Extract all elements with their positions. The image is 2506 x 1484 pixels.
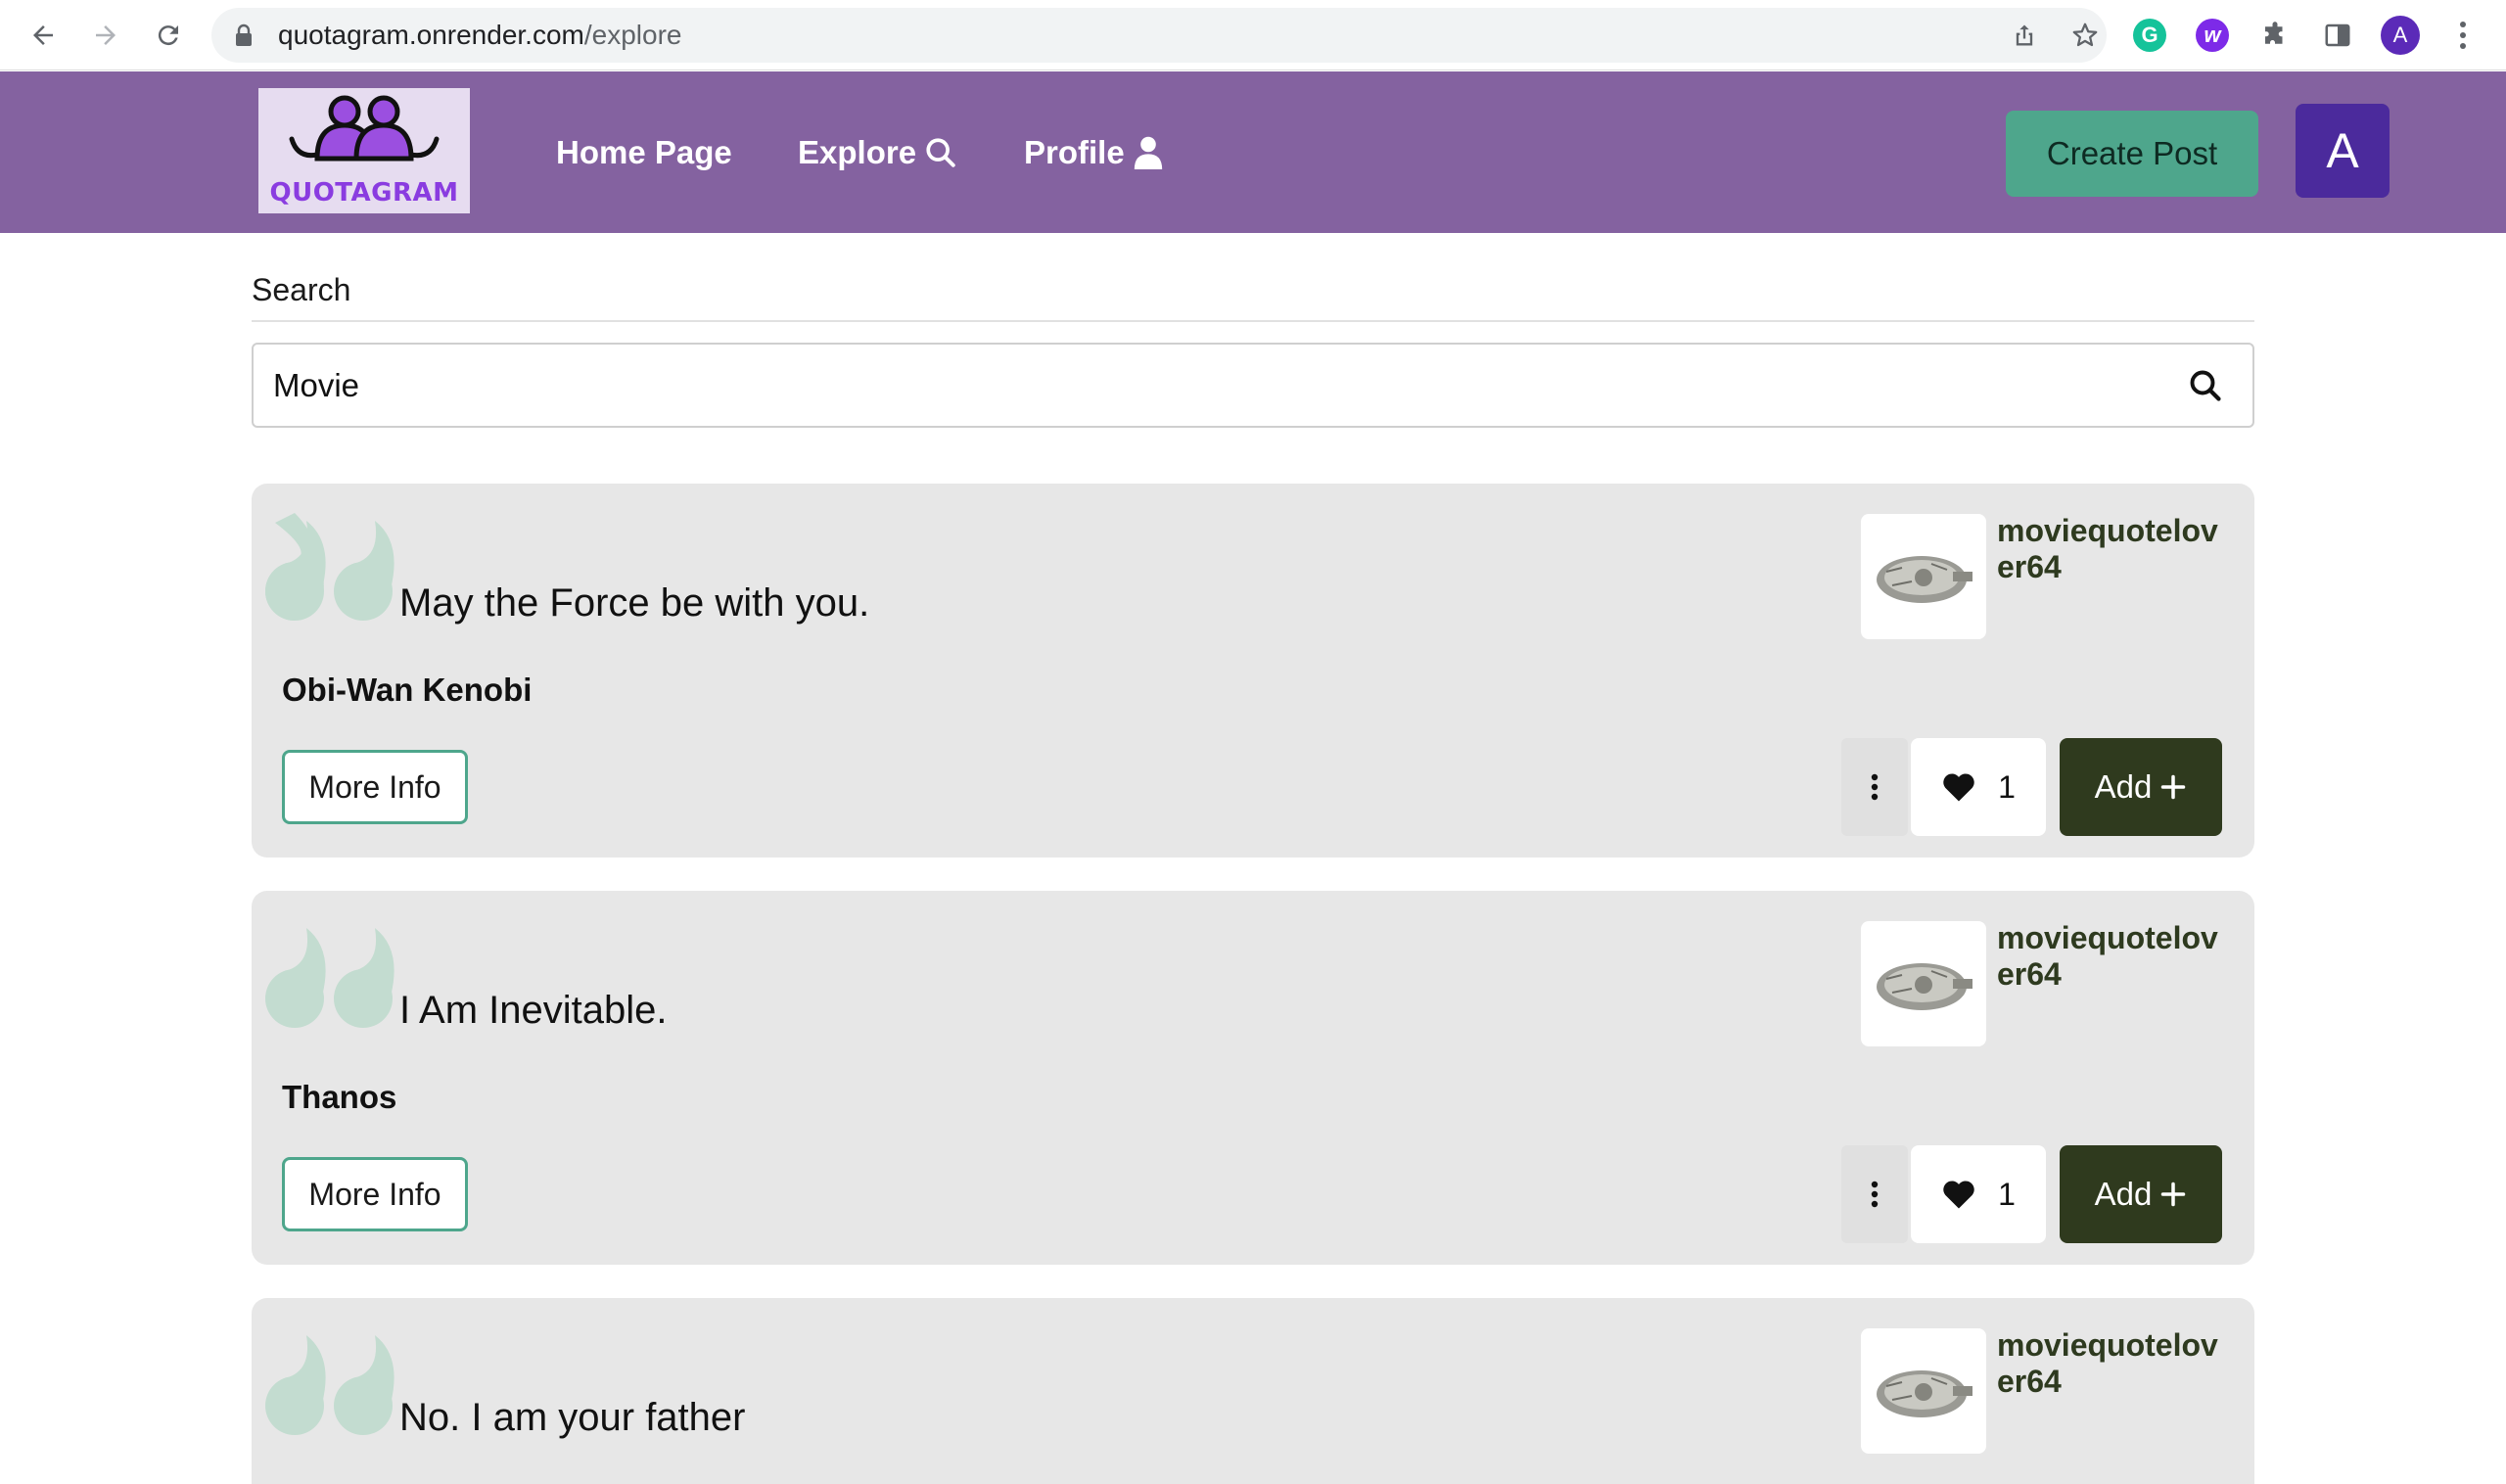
quote-mark-icon [265, 513, 394, 621]
search-icon[interactable] [2186, 366, 2225, 405]
poster-username[interactable]: moviequotelover64 [1997, 1327, 2232, 1400]
more-info-button[interactable]: More Info [282, 1157, 468, 1231]
poster-username[interactable]: moviequotelover64 [1997, 920, 2232, 993]
add-button-label: Add [2094, 1176, 2153, 1212]
logo-figures-icon [289, 95, 440, 162]
quote-mark-icon [265, 928, 394, 1028]
heart-icon [1943, 773, 1974, 802]
app-header: QUOTAGRAM Home Page Explore Profile Crea… [0, 71, 2506, 233]
quote-text: No. I am your father [399, 1396, 746, 1439]
reload-icon[interactable] [147, 14, 190, 57]
browser-toolbar: quotagram.onrender.com/explore G w A [0, 0, 2506, 70]
nav-home[interactable]: Home Page [556, 71, 732, 233]
quote-text: May the Force be with you. [399, 581, 870, 625]
more-info-button[interactable]: More Info [282, 750, 468, 824]
poster-avatar[interactable] [1861, 921, 1986, 1046]
search-label: Search [252, 272, 351, 307]
poster-avatar[interactable] [1861, 1328, 1986, 1454]
plus-icon [2161, 774, 2186, 800]
user-avatar[interactable]: A [2296, 104, 2390, 198]
post-card: May the Force be with you. Obi-Wan Kenob… [252, 484, 2254, 858]
logo-text: QUOTAGRAM [269, 178, 459, 208]
quote-text: I Am Inevitable. [399, 989, 668, 1032]
share-icon[interactable] [2009, 20, 2040, 51]
grammarly-icon[interactable]: G [2133, 19, 2166, 52]
puzzle-icon[interactable] [2255, 16, 2295, 55]
wordtune-icon[interactable]: w [2196, 19, 2229, 52]
like-button[interactable]: 1 [1911, 738, 2046, 836]
post-card: I Am Inevitable. Thanos More Info movieq… [252, 891, 2254, 1265]
back-icon[interactable] [22, 14, 65, 57]
like-count: 1 [1998, 1176, 2016, 1212]
nav-home-label: Home Page [556, 133, 732, 170]
lock-icon [235, 23, 253, 52]
user-icon [1134, 136, 1162, 169]
bookmark-star-icon[interactable] [2069, 20, 2101, 51]
nav-explore-label: Explore [798, 133, 917, 170]
quote-author: Obi-Wan Kenobi [282, 672, 533, 708]
add-button[interactable]: Add [2060, 1145, 2222, 1243]
logo[interactable]: QUOTAGRAM [258, 88, 470, 213]
browser-menu-icon[interactable] [2443, 16, 2483, 55]
heart-icon [1943, 1181, 1974, 1209]
more-options-icon[interactable] [1841, 1145, 1908, 1243]
quote-author: Thanos [282, 1079, 397, 1115]
more-options-icon[interactable] [1841, 738, 1908, 836]
nav-profile-label: Profile [1024, 133, 1125, 170]
add-button[interactable]: Add [2060, 738, 2222, 836]
nav-explore[interactable]: Explore [798, 71, 957, 233]
divider [252, 320, 2254, 322]
sidepanel-icon[interactable] [2318, 16, 2357, 55]
forward-icon[interactable] [84, 14, 127, 57]
search-icon [926, 137, 955, 167]
add-button-label: Add [2094, 768, 2153, 805]
create-post-button[interactable]: Create Post [2006, 111, 2258, 197]
search-input[interactable]: Movie [252, 343, 2254, 428]
post-card: No. I am your father moviequotelover64 [252, 1298, 2254, 1484]
browser-profile-avatar[interactable]: A [2381, 16, 2420, 55]
nav-profile[interactable]: Profile [1024, 71, 1164, 233]
address-bar[interactable]: quotagram.onrender.com/explore [211, 8, 2107, 63]
plus-icon [2161, 1182, 2186, 1207]
spaceship-icon [1877, 1370, 1972, 1417]
poster-username[interactable]: moviequotelover64 [1997, 513, 2232, 585]
quote-mark-icon [265, 1335, 394, 1435]
url-text: quotagram.onrender.com/explore [278, 20, 682, 50]
search-input-value: Movie [273, 367, 360, 403]
spaceship-icon [1877, 963, 1972, 1010]
like-count: 1 [1998, 768, 2016, 805]
poster-avatar[interactable] [1861, 514, 1986, 639]
spaceship-icon [1877, 556, 1972, 603]
like-button[interactable]: 1 [1911, 1145, 2046, 1243]
